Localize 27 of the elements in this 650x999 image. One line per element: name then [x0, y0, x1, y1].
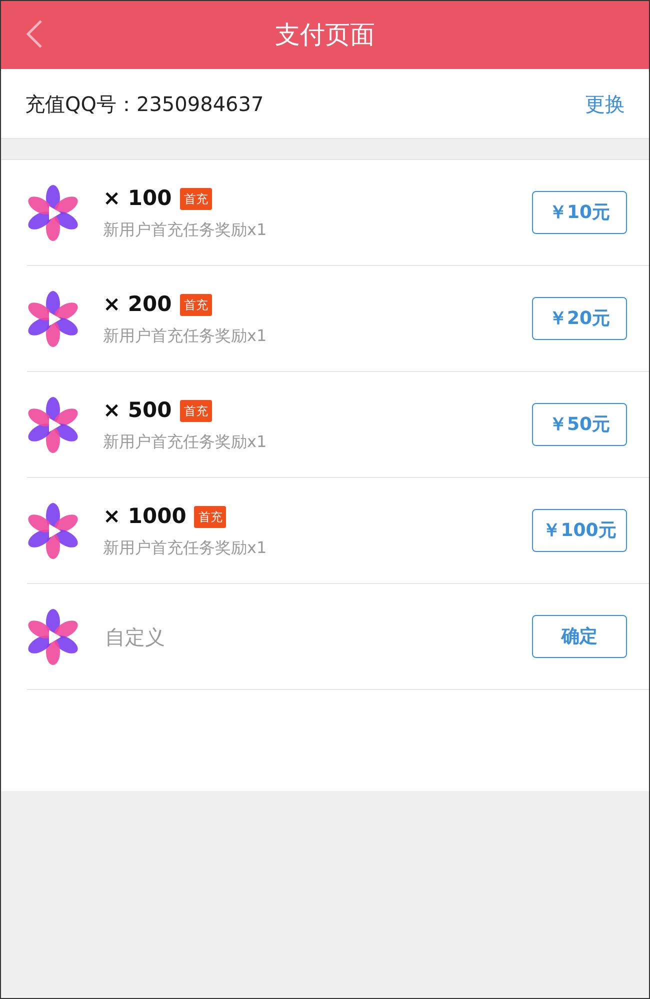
custom-amount-field[interactable]: 自定义	[103, 620, 303, 652]
change-link[interactable]: 更换	[585, 88, 625, 118]
star-logo-icon	[27, 502, 79, 560]
star-logo-icon	[27, 608, 79, 666]
amount-text: × 500	[103, 396, 172, 424]
first-recharge-tag: 首充	[180, 400, 212, 422]
amount-text: × 100	[103, 184, 172, 212]
confirm-button[interactable]: 确定	[532, 615, 627, 658]
star-logo-icon	[27, 290, 79, 348]
price-button[interactable]: ￥20元	[532, 297, 627, 340]
back-icon[interactable]	[25, 19, 43, 49]
price-button[interactable]: ￥100元	[532, 509, 627, 552]
reward-note: 新用户首充任务奖励x1	[103, 537, 268, 560]
first-recharge-tag: 首充	[180, 188, 212, 210]
star-logo-icon	[27, 396, 79, 454]
first-recharge-tag: 首充	[194, 506, 226, 528]
account-label: 充值QQ号：2350984637	[25, 90, 264, 118]
star-logo-icon	[27, 184, 79, 242]
reward-note: 新用户首充任务奖励x1	[103, 219, 268, 242]
amount-text: × 1000	[103, 502, 186, 530]
reward-note: 新用户首充任务奖励x1	[103, 325, 268, 348]
first-recharge-tag: 首充	[180, 294, 212, 316]
price-button[interactable]: ￥50元	[532, 403, 627, 446]
reward-note: 新用户首充任务奖励x1	[103, 431, 268, 454]
page-title: 支付页面	[275, 19, 375, 52]
price-button[interactable]: ￥10元	[532, 191, 627, 234]
amount-text: × 200	[103, 290, 172, 318]
